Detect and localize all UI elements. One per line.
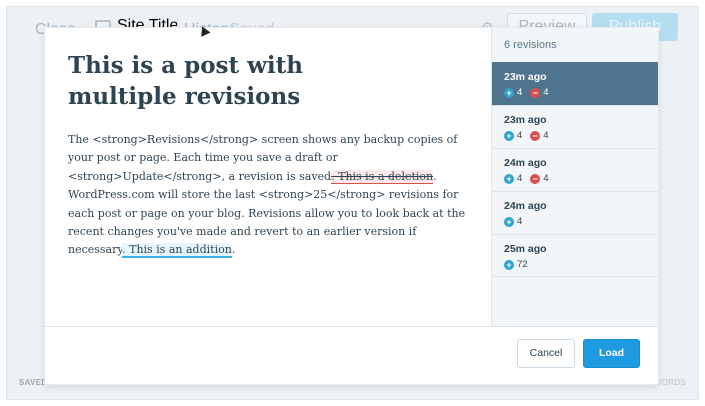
revision-time: 24m ago [504, 200, 547, 212]
modal-footer: Cancel Load [45, 326, 658, 384]
revision-item[interactable]: 23m ago +4 −4 [492, 62, 658, 105]
added-count: 72 [517, 259, 528, 270]
revision-stats: +72 [504, 259, 646, 270]
post-body: The <strong>Revisions</strong> screen sh… [68, 131, 469, 260]
revision-stats: +4 −4 [504, 173, 646, 184]
plus-icon: + [504, 173, 514, 184]
revision-item[interactable]: 25m ago +72 [492, 234, 658, 277]
revision-item[interactable]: 24m ago +4 [492, 191, 658, 234]
revision-item[interactable]: 24m ago +4 −4 [492, 148, 658, 191]
revisions-modal: This is a post with multiple revisions T… [45, 28, 658, 384]
post-title: This is a post with multiple revisions [68, 52, 304, 110]
revision-time: 25m ago [504, 243, 547, 255]
revision-time: 24m ago [504, 157, 547, 169]
plus-icon: + [504, 130, 514, 141]
minus-icon: − [530, 87, 541, 98]
plus-icon: + [504, 87, 514, 98]
removed-count: 4 [543, 87, 549, 98]
removed-count: 4 [543, 173, 549, 184]
plus-icon: + [504, 259, 514, 270]
revisions-count: 6 revisions [504, 39, 557, 51]
plus-icon: + [504, 216, 514, 227]
removed-count: 4 [543, 130, 549, 141]
added-count: 4 [517, 87, 523, 98]
added-text: . This is an addition [122, 243, 232, 259]
added-count: 4 [517, 130, 523, 141]
revision-time: 23m ago [504, 114, 547, 126]
load-button[interactable]: Load [583, 339, 640, 368]
revision-stats: +4 −4 [504, 130, 646, 141]
revision-stats: +4 [504, 216, 646, 227]
cancel-button[interactable]: Cancel [517, 339, 575, 368]
revision-preview: This is a post with multiple revisions T… [45, 28, 491, 326]
revisions-sidebar: 6 revisions 23m ago +4 −4 23m ago +4 −4 … [491, 28, 658, 326]
minus-icon: − [530, 130, 541, 141]
revision-stats: +4 −4 [504, 87, 646, 98]
added-count: 4 [517, 173, 523, 184]
revision-time: 23m ago [504, 71, 547, 83]
deleted-text: . This is a deletion [331, 169, 434, 184]
revision-item[interactable]: 23m ago +4 −4 [492, 105, 658, 148]
minus-icon: − [530, 173, 541, 184]
body-text-end: . [231, 243, 236, 257]
saved-strong: SAVED [19, 378, 48, 387]
added-count: 4 [517, 216, 523, 227]
